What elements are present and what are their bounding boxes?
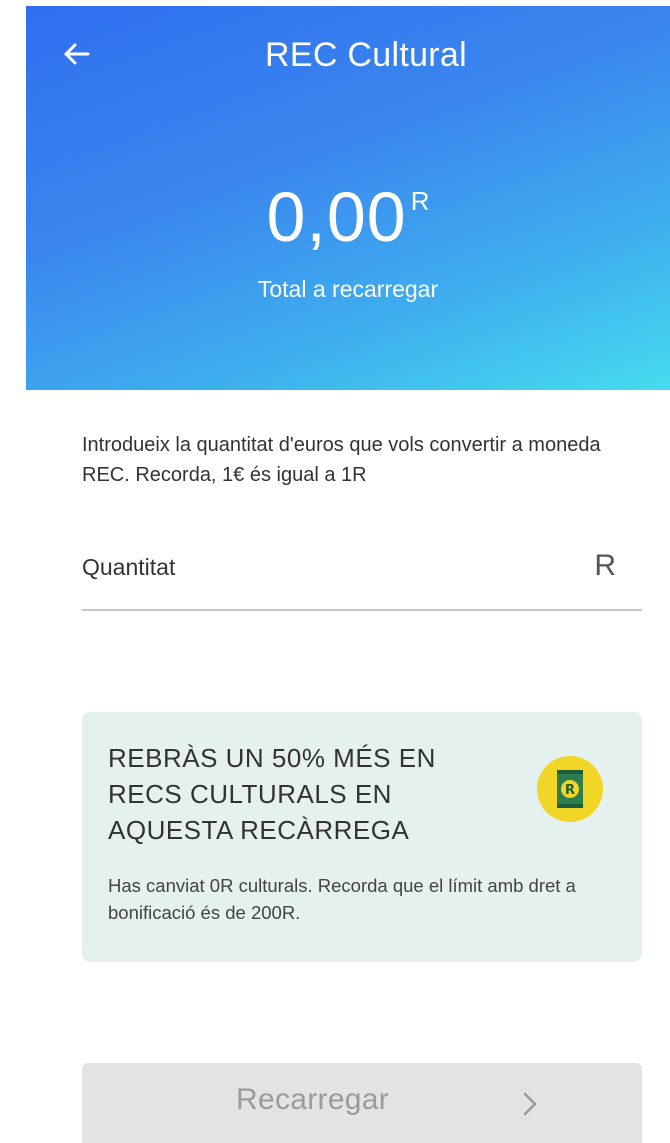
recharge-button[interactable]: Recarregar [82, 1063, 642, 1143]
chevron-right-icon [520, 1090, 540, 1118]
recharge-button-label: Recarregar [236, 1083, 390, 1116]
svg-text:R: R [565, 783, 575, 798]
amount-field: R [82, 537, 642, 611]
rec-currency-icon: R [594, 549, 616, 582]
total-amount: 0,00 R [26, 182, 670, 252]
recharge-screen: REC Cultural 0,00 R Total a recarregar In… [0, 0, 670, 1143]
total-amount-caption: Total a recarregar [257, 276, 439, 302]
total-amount-value: 0,00 [266, 178, 407, 256]
bonus-title: REBRÀS UN 50% MÉS EN RECS CULTURALS EN A… [108, 743, 436, 845]
bonus-info-card: REBRÀS UN 50% MÉS EN RECS CULTURALS EN A… [82, 712, 642, 962]
rec-ticket-icon: R [537, 756, 603, 822]
intro-text: Introdueix la quantitat d'euros que vols… [82, 434, 601, 486]
amount-input[interactable] [82, 545, 562, 589]
header-banner: REC Cultural 0,00 R Total a recarregar [26, 6, 670, 390]
total-amount-unit: R [410, 186, 430, 216]
page-title: REC Cultural [265, 36, 467, 74]
bonus-description: Has canviat 0R culturals. Recorda que el… [108, 875, 576, 923]
